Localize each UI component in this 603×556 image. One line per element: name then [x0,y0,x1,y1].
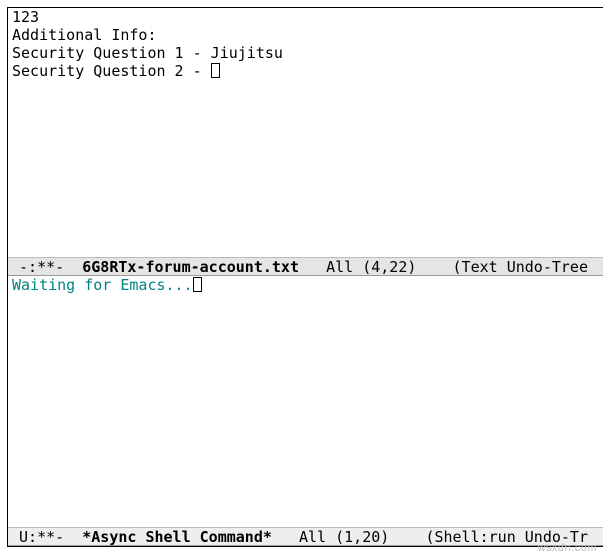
modeline-modes: (Text Undo-Tree [453,258,588,276]
modeline-status: U:**- [10,528,82,546]
mode-line-top[interactable]: -:**- 6G8RTx-forum-account.txt All (4,22… [8,257,603,276]
text-cursor [211,63,220,78]
shell-buffer-window[interactable]: Waiting for Emacs... [8,276,603,527]
buffer-line: 123 [12,8,602,26]
buffer-line: Security Question 1 - Jiujitsu [12,44,602,62]
watermark: wsxdn.com [537,542,597,554]
modeline-position: All (4,22) [299,258,453,276]
text-buffer-window[interactable]: 123 Additional Info: Security Question 1… [8,8,603,257]
emacs-frame: 123 Additional Info: Security Question 1… [7,7,603,547]
buffer-line: Additional Info: [12,26,602,44]
minibuffer-message: Waiting for Emacs... [12,276,193,294]
mode-line-bottom[interactable]: U:**- *Async Shell Command* All (1,20) (… [8,527,603,546]
modeline-position: All (1,20) [272,528,426,546]
modeline-buffer-name: 6G8RTx-forum-account.txt [82,258,299,276]
modeline-buffer-name: *Async Shell Command* [82,528,272,546]
text-cursor [193,277,202,292]
buffer-line: Waiting for Emacs... [12,276,602,294]
buffer-line: Security Question 2 - [12,62,602,80]
modeline-status: -:**- [10,258,82,276]
